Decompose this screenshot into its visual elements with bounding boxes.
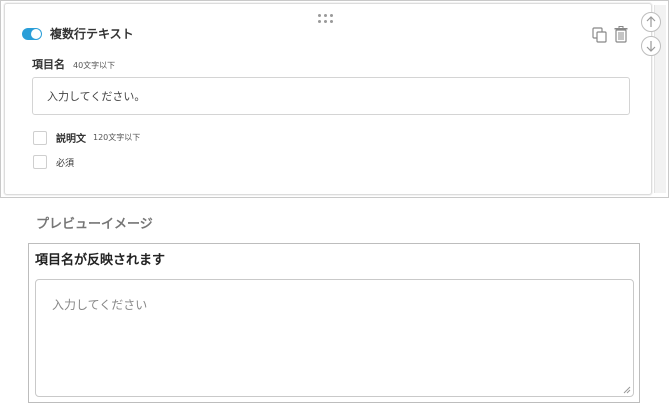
preview-placeholder: 入力してください: [52, 298, 148, 312]
field-enabled-toggle[interactable]: [22, 27, 42, 40]
description-option[interactable]: 説明文 120文字以下: [33, 130, 140, 145]
move-up-button[interactable]: [641, 12, 661, 32]
preview-heading: プレビューイメージ: [36, 217, 153, 232]
description-checkbox[interactable]: [33, 130, 47, 145]
required-option[interactable]: 必須: [33, 155, 74, 169]
field-name-hint: 40文字以下: [73, 61, 116, 70]
field-label-row: 項目名 40文字以下: [32, 56, 115, 72]
required-checkbox[interactable]: [33, 155, 47, 169]
preview-box: 項目名が反映されます 入力してください: [28, 243, 640, 403]
scrollbar[interactable]: [654, 5, 666, 193]
description-label: 説明文: [56, 134, 86, 145]
field-name-label: 項目名: [32, 58, 65, 71]
resize-grip-icon[interactable]: [623, 386, 631, 394]
description-hint: 120文字以下: [93, 133, 141, 142]
trash-icon[interactable]: [614, 26, 628, 43]
move-down-button[interactable]: [641, 36, 661, 56]
required-label: 必須: [56, 158, 75, 169]
arrow-down-icon: [646, 41, 656, 52]
field-type-toggle-row: 複数行テキスト: [22, 25, 134, 42]
arrow-up-icon: [646, 16, 656, 27]
drag-handle-icon[interactable]: [318, 14, 334, 24]
field-name-input[interactable]: [32, 77, 630, 115]
preview-textarea[interactable]: 入力してください: [35, 279, 634, 397]
preview-field-title: 項目名が反映されます: [35, 253, 166, 268]
copy-icon[interactable]: [592, 27, 608, 43]
field-type-label: 複数行テキスト: [50, 27, 134, 41]
